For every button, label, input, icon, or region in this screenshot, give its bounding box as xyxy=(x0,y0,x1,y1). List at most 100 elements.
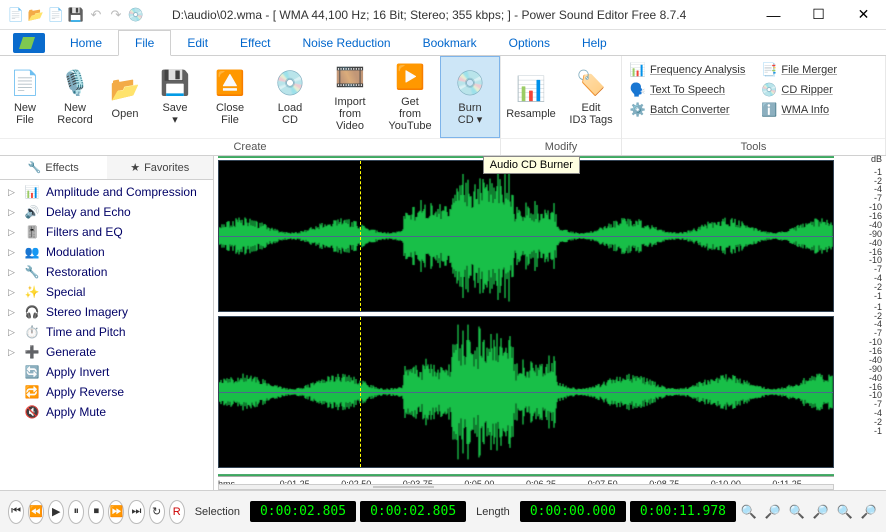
window-title: D:\audio\02.wma - [ WMA 44,100 Hz; 16 Bi… xyxy=(152,8,751,22)
go-end-button[interactable]: ⏭ xyxy=(128,500,144,524)
effect-special[interactable]: ▷✨Special xyxy=(0,282,213,302)
zoom-reset-icon[interactable]: 🔎 xyxy=(860,503,878,521)
import-video-icon: 🎞️ xyxy=(334,62,366,94)
file-merger-icon: 📑 xyxy=(761,62,777,78)
wma-info-button[interactable]: ℹ️WMA Info xyxy=(753,100,845,120)
cd-icon[interactable]: 💿 xyxy=(128,7,144,23)
quick-access-toolbar: 📄 📂 📄 💾 ↶ ↷ 💿 xyxy=(0,7,152,23)
undo-icon[interactable]: ↶ xyxy=(88,7,104,23)
minimize-button[interactable]: — xyxy=(751,0,796,30)
app-logo[interactable] xyxy=(4,30,54,55)
save-icon[interactable]: 💾 xyxy=(68,7,84,23)
zoom-sel-icon[interactable]: 🔎 xyxy=(812,503,830,521)
load-cd-icon: 💿 xyxy=(274,68,306,100)
waveform-right-channel[interactable] xyxy=(218,316,834,468)
edit-id3-button[interactable]: 🏷️EditID3 Tags xyxy=(561,56,621,138)
text-to-speech-button[interactable]: 🗣️Text To Speech xyxy=(622,80,753,100)
menu-noise-reduction[interactable]: Noise Reduction xyxy=(287,30,407,55)
open-icon: 📂 xyxy=(109,74,141,106)
close-file-icon: ⏏️ xyxy=(214,68,246,100)
youtube-icon: ▶️ xyxy=(394,62,426,94)
resample-button[interactable]: 📊Resample xyxy=(501,56,561,138)
effect-modulation[interactable]: ▷👥Modulation xyxy=(0,242,213,262)
tab-effects[interactable]: 🔧Effects xyxy=(0,156,107,179)
effect-amplitude-and-compression[interactable]: ▷📊Amplitude and Compression xyxy=(0,182,213,202)
length-label: Length xyxy=(470,506,516,518)
horizontal-scrollbar[interactable] xyxy=(218,484,834,490)
menu-help[interactable]: Help xyxy=(566,30,623,55)
menu-bookmark[interactable]: Bookmark xyxy=(407,30,493,55)
selection-end: 0:00:02.805 xyxy=(360,501,466,522)
effect-time-and-pitch[interactable]: ▷⏱️Time and Pitch xyxy=(0,322,213,342)
rewind-button[interactable]: ⏪ xyxy=(28,500,44,524)
batch-converter-icon: ⚙️ xyxy=(630,102,646,118)
new-icon[interactable]: 📄 xyxy=(8,7,24,23)
stop-button[interactable]: ⏹ xyxy=(88,500,104,524)
ribbon-group-create: 📄NewFile🎙️NewRecord📂Open💾Save▾⏏️CloseFil… xyxy=(0,56,501,155)
zoom-out-icon[interactable]: 🔎 xyxy=(764,503,782,521)
tooltip: Audio CD Burner xyxy=(483,156,580,174)
window-controls: — ☐ ✕ xyxy=(751,0,886,30)
resample-icon: 📊 xyxy=(515,74,547,106)
cd-ripper-button[interactable]: 💿CD Ripper xyxy=(753,80,845,100)
ribbon-group-modify: 📊Resample🏷️EditID3 Tags Modify xyxy=(501,56,622,155)
menubar: HomeFileEditEffectNoise ReductionBookmar… xyxy=(0,30,886,56)
go-start-button[interactable]: ⏮ xyxy=(8,500,24,524)
menu-edit[interactable]: Edit xyxy=(171,30,224,55)
effect-delay-and-echo[interactable]: ▷🔊Delay and Echo xyxy=(0,202,213,222)
ribbon: 📄NewFile🎙️NewRecord📂Open💾Save▾⏏️CloseFil… xyxy=(0,56,886,156)
play-button[interactable]: ▶ xyxy=(48,500,64,524)
new-record-icon: 🎙️ xyxy=(59,68,91,100)
record-icon[interactable]: 📄 xyxy=(48,7,64,23)
effect-restoration[interactable]: ▷🔧Restoration xyxy=(0,262,213,282)
open-button[interactable]: 📂Open xyxy=(100,56,150,138)
save-button[interactable]: 💾Save▾ xyxy=(150,56,200,138)
effect-filters-and-eq[interactable]: ▷🎚️Filters and EQ xyxy=(0,222,213,242)
file-merger-button[interactable]: 📑File Merger xyxy=(753,60,845,80)
tab-favorites[interactable]: ★Favorites xyxy=(107,156,214,179)
waveform-area: Audio CD Burner hms0:01.250:02.500:03.75… xyxy=(214,156,886,490)
menu-options[interactable]: Options xyxy=(493,30,566,55)
redo-icon[interactable]: ↷ xyxy=(108,7,124,23)
batch-converter-button[interactable]: ⚙️Batch Converter xyxy=(622,100,753,120)
record-button[interactable]: R xyxy=(169,500,185,524)
open-icon[interactable]: 📂 xyxy=(28,7,44,23)
new-file-button[interactable]: 📄NewFile xyxy=(0,56,50,138)
load-cd-button[interactable]: 💿LoadCD xyxy=(260,56,320,138)
forward-button[interactable]: ⏩ xyxy=(108,500,124,524)
db-scale: dB -1-2-4-7-10-16-40-90-40-16-10-7-4-2-1… xyxy=(838,164,886,434)
menu-effect[interactable]: Effect xyxy=(224,30,286,55)
maximize-button[interactable]: ☐ xyxy=(796,0,841,30)
pause-button[interactable]: ⏸ xyxy=(68,500,84,524)
sidebar: 🔧Effects ★Favorites ▷📊Amplitude and Comp… xyxy=(0,156,214,490)
ribbon-group-label: Modify xyxy=(501,138,621,155)
menu-home[interactable]: Home xyxy=(54,30,118,55)
effect-stereo-imagery[interactable]: ▷🎧Stereo Imagery xyxy=(0,302,213,322)
zoom-fit-icon[interactable]: 🔍 xyxy=(788,503,806,521)
selection-label: Selection xyxy=(189,506,246,518)
edit-id3-icon: 🏷️ xyxy=(575,68,607,100)
length-start: 0:00:00.000 xyxy=(520,501,626,522)
effect-apply-invert[interactable]: 🔄Apply Invert xyxy=(0,362,213,382)
new-record-button[interactable]: 🎙️NewRecord xyxy=(50,56,100,138)
burn-cd-button[interactable]: 💿BurnCD ▾ xyxy=(440,56,500,138)
menu-file[interactable]: File xyxy=(118,30,171,56)
waveform-left-channel[interactable] xyxy=(218,160,834,312)
close-button[interactable]: ✕ xyxy=(841,0,886,30)
burn-cd-icon: 💿 xyxy=(454,68,486,100)
text-to-speech-icon: 🗣️ xyxy=(630,82,646,98)
loop-button[interactable]: ↻ xyxy=(149,500,165,524)
youtube-button[interactable]: ▶️Getfrom YouTube xyxy=(380,56,440,138)
zoom-vert-icon[interactable]: 🔍 xyxy=(836,503,854,521)
frequency-analysis-button[interactable]: 📊Frequency Analysis xyxy=(622,60,753,80)
import-video-button[interactable]: 🎞️Importfrom Video xyxy=(320,56,380,138)
effect-generate[interactable]: ▷➕Generate xyxy=(0,342,213,362)
effect-apply-mute[interactable]: 🔇Apply Mute xyxy=(0,402,213,422)
titlebar: 📄 📂 📄 💾 ↶ ↷ 💿 D:\audio\02.wma - [ WMA 44… xyxy=(0,0,886,30)
zoom-in-icon[interactable]: 🔍 xyxy=(740,503,758,521)
effect-apply-reverse[interactable]: 🔁Apply Reverse xyxy=(0,382,213,402)
selection-start: 0:00:02.805 xyxy=(250,501,356,522)
zoom-controls: 🔍 🔎 🔍 🔎 🔍 🔎 xyxy=(740,503,878,521)
close-file-button[interactable]: ⏏️CloseFile xyxy=(200,56,260,138)
new-file-icon: 📄 xyxy=(9,68,41,100)
